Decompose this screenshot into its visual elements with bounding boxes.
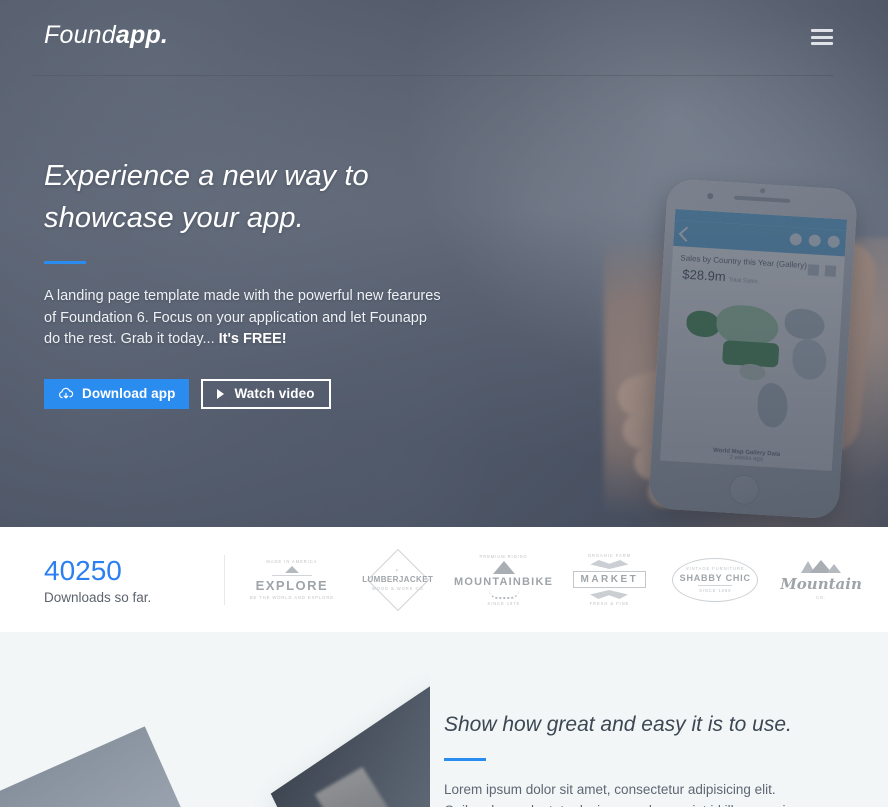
- client-logo-market-bottom: FRESH & FINE: [589, 601, 630, 606]
- hero-heading: Experience a new way to showcase your ap…: [44, 155, 474, 239]
- hero-heading-line-2: showcase your app.: [44, 202, 304, 234]
- client-logo-mountainbike-name: MOUNTAINBIKE: [453, 575, 554, 588]
- hamburger-menu-icon[interactable]: [811, 29, 833, 45]
- landing-page: Sales by Country this Year (Gallery) $28…: [0, 0, 888, 807]
- hero-button-row: Download app Watch video: [44, 378, 474, 409]
- mockup-sheet: [0, 726, 194, 807]
- client-logo-mountainbike[interactable]: PREMIUM RIDING MOUNTAINBIKE SINCE 1978: [452, 552, 556, 608]
- wings-icon: [590, 560, 629, 569]
- mountain-gear-icon: [492, 560, 515, 574]
- downloads-count: 40250: [44, 555, 122, 586]
- downloads-label: Downloads so far.: [44, 590, 152, 605]
- hamburger-bar: [811, 35, 833, 39]
- wings-icon: [590, 590, 628, 599]
- client-logo-explore[interactable]: MADE IN AMERICA EXPLORE BE THE WORLD AND…: [240, 552, 344, 608]
- download-app-label: Download app: [82, 386, 176, 401]
- client-logo-mountain-name: Mountain: [780, 574, 862, 593]
- mockup-card: ed everyday carry can stop one you can f…: [270, 676, 430, 807]
- client-logo-explore-top: MADE IN AMERICA: [266, 559, 318, 564]
- client-logo-market-top: ORGANIC FARM: [587, 553, 631, 558]
- hamburger-bar: [811, 42, 833, 45]
- showcase-paragraph: Lorem ipsum dolor sit amet, consectetur …: [444, 782, 800, 807]
- play-icon: [217, 388, 225, 399]
- client-logo-lumberjacket-name: LUMBERJACKET: [362, 575, 434, 584]
- showcase-mockup-image: ed everyday carry can stop one you can f…: [0, 632, 430, 807]
- client-logo-market[interactable]: ORGANIC FARM MARKET FRESH & FINE: [557, 552, 661, 608]
- cloud-download-icon: [58, 387, 74, 401]
- hero-paragraph: A landing page template made with the po…: [44, 286, 444, 351]
- hero-content: Experience a new way to showcase your ap…: [44, 155, 474, 409]
- header-divider: [33, 75, 834, 76]
- mountain-peaks-icon: [801, 559, 842, 573]
- logo-text-light: Found: [44, 21, 116, 49]
- client-logo-shabby-chic-name: SHABBY CHIC: [679, 573, 751, 583]
- hero-accent-bar: [44, 261, 86, 264]
- client-logo-market-name: MARKET: [580, 574, 639, 585]
- client-logo-explore-bottom: BE THE WORLD AND EXPLORE: [249, 595, 334, 600]
- site-logo[interactable]: Foundapp.: [44, 21, 168, 50]
- watch-video-label: Watch video: [234, 386, 315, 401]
- gear-icon: [488, 590, 519, 599]
- mockup-photo-road: [314, 766, 425, 807]
- client-logo-mountainbike-bottom: SINCE 1978: [487, 600, 520, 606]
- client-logo-explore-name: EXPLORE: [255, 578, 329, 593]
- site-header: Foundapp.: [0, 0, 888, 76]
- client-logo-shabby-chic[interactable]: VINTAGE FURNITURE SHABBY CHIC SINCE 1989: [663, 552, 767, 608]
- axe-icon: [284, 566, 299, 573]
- client-logo-shabby-chic-bottom: SINCE 1989: [699, 588, 732, 593]
- showcase-section: ed everyday carry can stop one you can f…: [0, 632, 888, 807]
- client-logo-mountain-bottom: CO.: [815, 594, 827, 600]
- hero-heading-line-1: Experience a new way to: [44, 160, 369, 192]
- downloads-stat: 40250 Downloads so far.: [0, 554, 224, 605]
- showcase-heading: Show how great and easy it is to use.: [444, 713, 792, 736]
- hamburger-bar: [811, 29, 833, 32]
- client-logo-lumberjacket[interactable]: F LUMBERJACKET WOOD & WORK CO: [346, 548, 450, 611]
- hero-paragraph-strong: It's FREE!: [218, 331, 287, 347]
- client-logo-lumberjacket-bottom: WOOD & WORK CO: [371, 586, 424, 591]
- logo-text-bold: app.: [115, 21, 169, 49]
- divider-rule: [271, 575, 312, 576]
- hero-section: Sales by Country this Year (Gallery) $28…: [0, 0, 888, 527]
- client-logo-shabby-chic-top: VINTAGE FURNITURE: [685, 566, 745, 571]
- download-app-button[interactable]: Download app: [44, 378, 190, 409]
- client-logos: MADE IN AMERICA EXPLORE BE THE WORLD AND…: [225, 548, 888, 611]
- watch-video-button[interactable]: Watch video: [201, 378, 331, 409]
- showcase-accent-bar: [444, 758, 486, 761]
- client-logo-mountain[interactable]: Mountain CO.: [769, 552, 873, 608]
- divider-rule: [698, 585, 733, 586]
- showcase-content: Show how great and easy it is to use. Lo…: [444, 710, 844, 807]
- stats-section: 40250 Downloads so far. MADE IN AMERICA …: [0, 527, 888, 632]
- client-logo-mountainbike-top: PREMIUM RIDING: [479, 553, 528, 559]
- client-logo-lumberjacket-top: F: [396, 568, 400, 573]
